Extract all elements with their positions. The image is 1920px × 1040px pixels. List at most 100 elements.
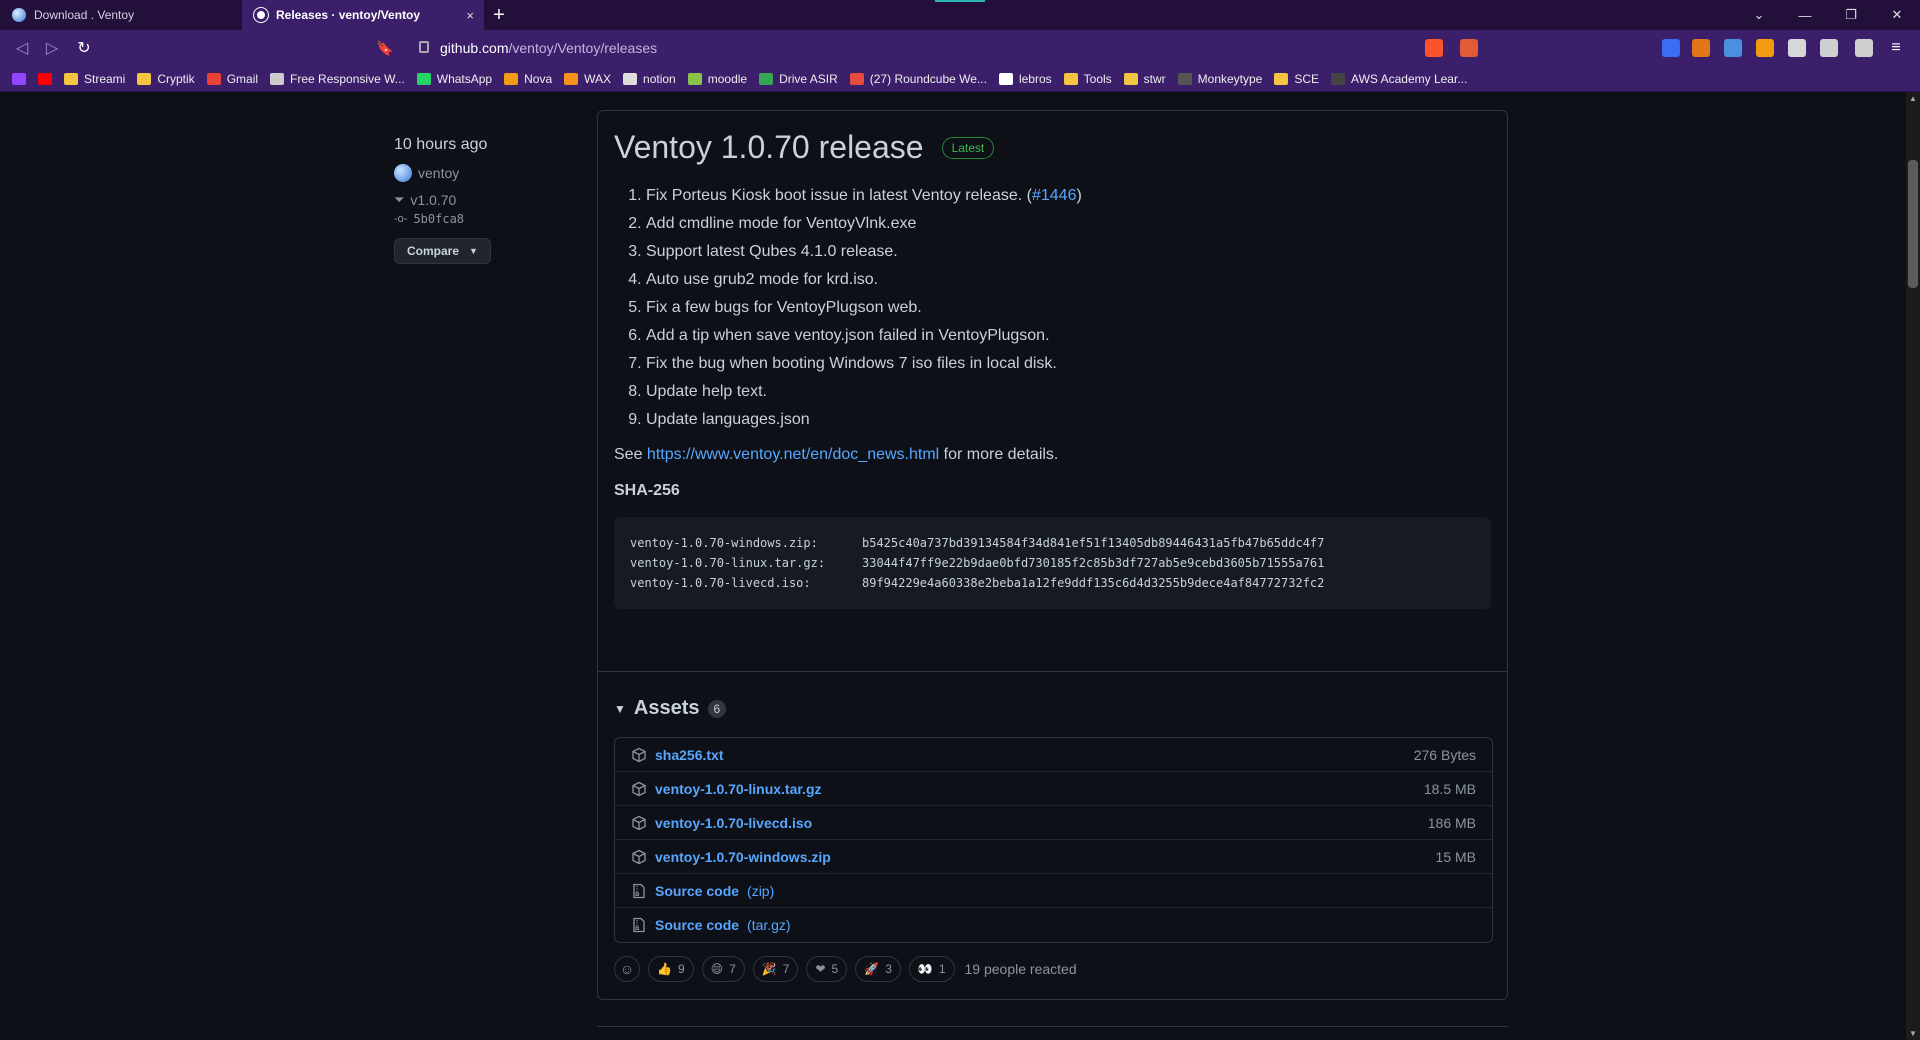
bookmark-item[interactable]: AWS Academy Lear... [1331,72,1467,86]
reaction-button[interactable]: 👍 9 [648,956,694,982]
bookmark-item[interactable]: Drive ASIR [759,72,838,86]
extension-todo-icon[interactable] [1724,39,1742,57]
bookmark-item[interactable]: Tools [1063,72,1112,86]
reaction-button[interactable]: 🎉 7 [752,956,799,982]
asset-row[interactable]: Source code (zip) [615,874,1492,908]
bookmark-icon[interactable]: 🔖 [375,38,395,58]
release-notes: Fix Porteus Kiosk boot issue in latest V… [614,182,1491,434]
extension-icon[interactable] [1662,39,1680,57]
brave-rewards-icon[interactable] [1460,39,1478,57]
asset-row[interactable]: ventoy-1.0.70-windows.zip 15 MB [615,840,1492,874]
assets-toggle[interactable]: ▼ Assets 6 [614,697,727,720]
forward-icon[interactable]: ▷ [42,38,62,58]
reading-list-icon[interactable] [1820,39,1838,57]
bookmark-label: Streami [84,71,126,86]
close-window-button[interactable]: ✕ [1874,0,1920,30]
reaction-button[interactable]: 🚀 3 [855,956,901,982]
reaction-button[interactable]: ❤ 5 [806,956,848,982]
add-reaction-smiley-icon[interactable]: ☺ [614,956,640,982]
issue-link[interactable]: #1446 [1032,187,1077,204]
author-name[interactable]: ventoy [418,165,459,181]
reactions-summary: 19 people reacted [964,961,1077,977]
address-bar[interactable]: github.com/ventoy/Ventoy/releases [405,36,1415,60]
bookmark-favicon-icon [1063,72,1078,85]
bookmark-item[interactable]: (27) Roundcube We... [849,72,987,86]
bookmark-item[interactable]: lebros [998,72,1052,86]
asset-name-link[interactable]: ventoy-1.0.70-windows.zip [655,849,831,865]
chevron-down-icon: ▼ [469,246,478,256]
page-scrollbar[interactable]: ▲ ▼ [1906,92,1920,1040]
scrollbar-thumb[interactable] [1908,160,1918,288]
metamask-icon[interactable] [1692,39,1710,57]
commit-hash[interactable]: 5b0fca8 [413,212,464,226]
extensions-puzzle-icon[interactable] [1788,39,1806,57]
asset-row[interactable]: sha256.txt 276 Bytes [615,738,1492,772]
scroll-down-icon[interactable]: ▼ [1909,1029,1917,1038]
asset-name-link[interactable]: Source code [655,917,739,933]
release-body: Ventoy 1.0.70 release Latest Fix Porteus… [614,129,1491,609]
bookmark-item[interactable]: WhatsApp [416,72,492,86]
menu-icon[interactable]: ≡ [1886,38,1906,58]
asset-format[interactable]: (zip) [747,883,774,899]
extension-orange-icon[interactable] [1756,39,1774,57]
asset-name-link[interactable]: Source code [655,883,739,899]
bookmark-favicon-icon [1331,72,1346,85]
bookmark-item[interactable] [12,72,26,85]
bookmark-item[interactable]: stwr [1123,72,1166,86]
compare-button[interactable]: Compare ▼ [394,238,491,264]
asset-name-link[interactable]: ventoy-1.0.70-livecd.iso [655,815,812,831]
note-text: Fix the bug when booting Windows 7 iso f… [646,355,1057,372]
doc-news-link[interactable]: https://www.ventoy.net/en/doc_news.html [647,446,939,463]
tab-close-icon[interactable]: × [466,8,474,23]
restore-button[interactable]: ❐ [1828,0,1874,30]
bookmark-item[interactable]: Monkeytype [1177,72,1262,86]
asset-name-link[interactable]: ventoy-1.0.70-linux.tar.gz [655,781,822,797]
bookmark-item[interactable]: Gmail [206,72,258,86]
tag-label[interactable]: v1.0.70 [410,192,456,208]
asset-row[interactable]: Source code (tar.gz) [615,908,1492,942]
assets-count-badge: 6 [707,699,727,718]
tab-download-ventoy[interactable]: Download . Ventoy [0,0,242,30]
assets-title: Assets [633,697,700,719]
commit-row[interactable]: -o- 5b0fca8 [394,212,574,226]
bookmark-item[interactable]: moodle [687,71,748,86]
bookmark-label: WAX [584,71,612,86]
bookmark-item[interactable] [38,72,52,85]
new-tab-button[interactable]: + [484,0,514,30]
reaction-button[interactable]: 👀 1 [908,956,955,982]
asset-name-link[interactable]: sha256.txt [655,747,723,763]
tab-title: Download . Ventoy [34,8,135,22]
bookmark-favicon-icon [270,72,285,85]
brave-shields-icon[interactable] [1425,39,1443,57]
bookmark-item[interactable]: Streami [64,72,125,86]
bookmark-item[interactable]: notion [623,72,676,86]
bookmark-label: moodle [707,71,748,86]
author-row[interactable]: ventoy [394,164,574,182]
asset-row[interactable]: ventoy-1.0.70-linux.tar.gz 18.5 MB [615,772,1492,806]
checksum-hash: b5425c40a737bd39134584f34d841ef51f13405d… [862,536,1325,550]
tab-search-dropdown-icon[interactable]: ⌄ [1736,0,1782,30]
reload-icon[interactable]: ↻ [74,38,94,58]
checksum-filename: ventoy-1.0.70-livecd.iso: [630,576,811,590]
bookmark-item[interactable]: Nova [504,72,552,86]
release-note-item: Auto use grub2 mode for krd.iso. [646,266,1491,294]
asset-row[interactable]: ventoy-1.0.70-livecd.iso 186 MB [615,806,1492,840]
bookmark-favicon-icon [1274,72,1289,85]
reaction-button[interactable]: 😄 7 [701,956,745,982]
bookmark-item[interactable]: Cryptik [137,72,195,86]
wallet-icon[interactable] [1855,39,1873,57]
github-favicon-icon [254,8,268,22]
lock-icon [419,41,429,53]
release-title[interactable]: Ventoy 1.0.70 release [614,129,924,166]
scroll-up-icon[interactable]: ▲ [1909,94,1917,103]
tag-row[interactable]: ⏷ v1.0.70 [394,192,574,208]
minimize-button[interactable]: — [1782,0,1828,30]
tab-releases[interactable]: Releases · ventoy/Ventoy × [242,0,484,30]
bookmark-item[interactable]: WAX [564,72,611,86]
asset-format[interactable]: (tar.gz) [747,917,791,933]
bookmark-item[interactable]: SCE [1274,72,1319,86]
release-note-item: Support latest Qubes 4.1.0 release. [646,238,1491,266]
bookmark-item[interactable]: Free Responsive W... [270,72,405,86]
commit-icon: -o- [394,213,408,225]
back-icon[interactable]: ◁ [12,38,32,58]
